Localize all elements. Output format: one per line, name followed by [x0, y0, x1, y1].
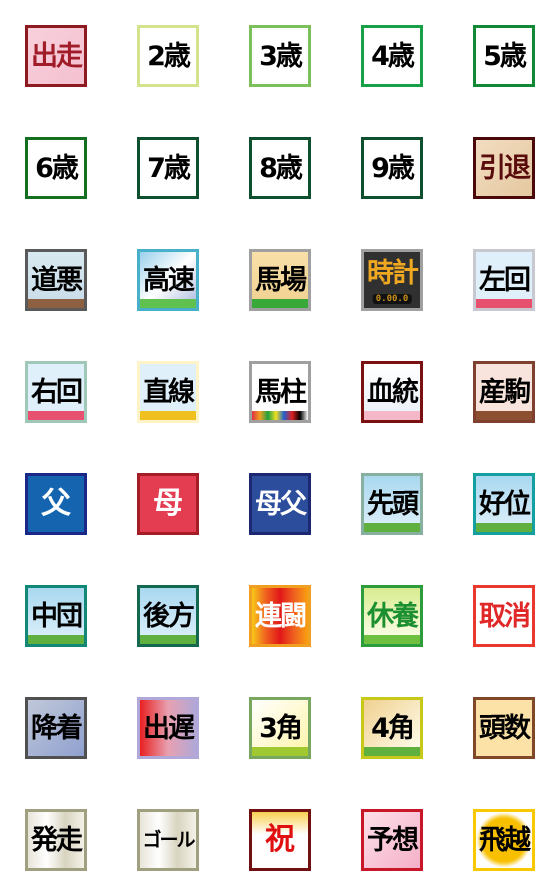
- sticker-tile[interactable]: 引退: [473, 137, 535, 199]
- sticker-label: 7歳: [147, 152, 191, 184]
- sticker-tile[interactable]: 中団: [25, 585, 87, 647]
- sticker-label: 産駒: [479, 376, 531, 408]
- sticker-tile[interactable]: 先頭: [361, 473, 423, 535]
- sticker-tile[interactable]: 飛越: [473, 809, 535, 871]
- corner-icon: [252, 747, 308, 756]
- sticker-label: 母父: [255, 488, 307, 520]
- sticker-label: 出遅: [143, 712, 195, 744]
- sticker-label: 高速: [143, 264, 195, 296]
- sticker-label: 血統: [367, 376, 419, 408]
- sticker-tile[interactable]: 母: [137, 473, 199, 535]
- sticker-label: 2歳: [147, 40, 191, 72]
- sticker-tile[interactable]: 予想: [361, 809, 423, 871]
- mare-foal-icon: [476, 411, 532, 420]
- sticker-label: 先頭: [367, 488, 419, 520]
- sticker-tile[interactable]: 血統: [361, 361, 423, 423]
- sticker-label: 頭数: [479, 712, 531, 744]
- sticker-tile[interactable]: 右回: [25, 361, 87, 423]
- sticker-tile[interactable]: 連闘: [249, 585, 311, 647]
- sticker-tile[interactable]: 発走: [25, 809, 87, 871]
- sticker-tile[interactable]: 休養: [361, 585, 423, 647]
- right-turn-arrow-icon: [28, 411, 84, 420]
- sticker-label: 時計: [367, 257, 419, 289]
- sticker-tile[interactable]: 時計 0.00.0: [361, 249, 423, 311]
- sticker-tile[interactable]: 8歳: [249, 137, 311, 199]
- sticker-tile[interactable]: 後方: [137, 585, 199, 647]
- sticker-label: 父: [41, 486, 71, 521]
- sticker-label: 9歳: [371, 152, 415, 184]
- sticker-label: 8歳: [259, 152, 303, 184]
- sticker-label: 好位: [479, 488, 531, 520]
- sticker-tile[interactable]: 出遅: [137, 697, 199, 759]
- sticker-tile[interactable]: 7歳: [137, 137, 199, 199]
- sticker-label: 4歳: [371, 40, 415, 72]
- sticker-label: 右回: [31, 376, 83, 408]
- sticker-tile[interactable]: 4歳: [361, 25, 423, 87]
- pedigree-chart-icon: [364, 411, 420, 420]
- sticker-tile[interactable]: 直線: [137, 361, 199, 423]
- sticker-label: 母: [153, 486, 183, 521]
- sticker-label: 道悪: [31, 264, 83, 296]
- sticker-tile[interactable]: 母父: [249, 473, 311, 535]
- sticker-label: 中団: [31, 600, 83, 632]
- sticker-label: 馬柱: [255, 376, 307, 408]
- sticker-label: 直線: [143, 376, 195, 408]
- sticker-tile[interactable]: 産駒: [473, 361, 535, 423]
- sticker-tile[interactable]: 6歳: [25, 137, 87, 199]
- sticker-label: 3歳: [259, 40, 303, 72]
- position-marker-icon: [476, 523, 532, 532]
- muddy-track-icon: [28, 299, 84, 308]
- sticker-label: 3角: [259, 712, 303, 744]
- corner-icon: [364, 747, 420, 756]
- sticker-tile[interactable]: 祝: [249, 809, 311, 871]
- position-marker-icon: [364, 523, 420, 532]
- sticker-label: 連闘: [255, 600, 307, 632]
- sticker-tile[interactable]: 頭数: [473, 697, 535, 759]
- sticker-tile[interactable]: 3歳: [249, 25, 311, 87]
- sticker-label: 発走: [31, 824, 83, 856]
- sticker-label: 引退: [479, 152, 531, 184]
- sticker-label: 左回: [479, 264, 531, 296]
- sticker-tile[interactable]: 2歳: [137, 25, 199, 87]
- resting-horse-icon: [364, 635, 420, 644]
- sticker-tile[interactable]: 好位: [473, 473, 535, 535]
- sticker-tile[interactable]: 左回: [473, 249, 535, 311]
- sticker-label: 祝: [265, 822, 295, 857]
- position-marker-icon: [28, 635, 84, 644]
- sticker-label: 馬場: [255, 264, 307, 296]
- sticker-label: 後方: [143, 600, 195, 632]
- sticker-tile[interactable]: 9歳: [361, 137, 423, 199]
- sticker-label: 出走: [31, 40, 83, 72]
- sticker-label: 4角: [371, 712, 415, 744]
- turf-icon: [252, 299, 308, 308]
- sticker-tile[interactable]: 取消: [473, 585, 535, 647]
- sticker-label: 予想: [367, 824, 419, 856]
- race-card-icon: [252, 411, 308, 420]
- sticker-tile[interactable]: 5歳: [473, 25, 535, 87]
- sticker-label: 休養: [367, 600, 419, 632]
- sticker-label: 飛越: [479, 824, 531, 856]
- sticker-tile[interactable]: 出走: [25, 25, 87, 87]
- straight-arrow-icon: [140, 411, 196, 420]
- sticker-tile[interactable]: 降着: [25, 697, 87, 759]
- sticker-tile[interactable]: 3角: [249, 697, 311, 759]
- sticker-label: 取消: [479, 600, 531, 632]
- sticker-label: 降着: [31, 712, 83, 744]
- sticker-tile[interactable]: 高速: [137, 249, 199, 311]
- sticker-label: 6歳: [35, 152, 79, 184]
- sticker-tile[interactable]: ゴール: [137, 809, 199, 871]
- position-marker-icon: [140, 635, 196, 644]
- sticker-tile[interactable]: 4角: [361, 697, 423, 759]
- sticker-label: 5歳: [483, 40, 527, 72]
- arrow-icon: [140, 299, 196, 308]
- sticker-tile[interactable]: 道悪: [25, 249, 87, 311]
- sticker-tile[interactable]: 馬場: [249, 249, 311, 311]
- sticker-tile[interactable]: 父: [25, 473, 87, 535]
- clock-readout: 0.00.0: [372, 294, 412, 304]
- sticker-tile[interactable]: 馬柱: [249, 361, 311, 423]
- sticker-label: ゴール: [142, 828, 195, 851]
- left-turn-arrow-icon: [476, 299, 532, 308]
